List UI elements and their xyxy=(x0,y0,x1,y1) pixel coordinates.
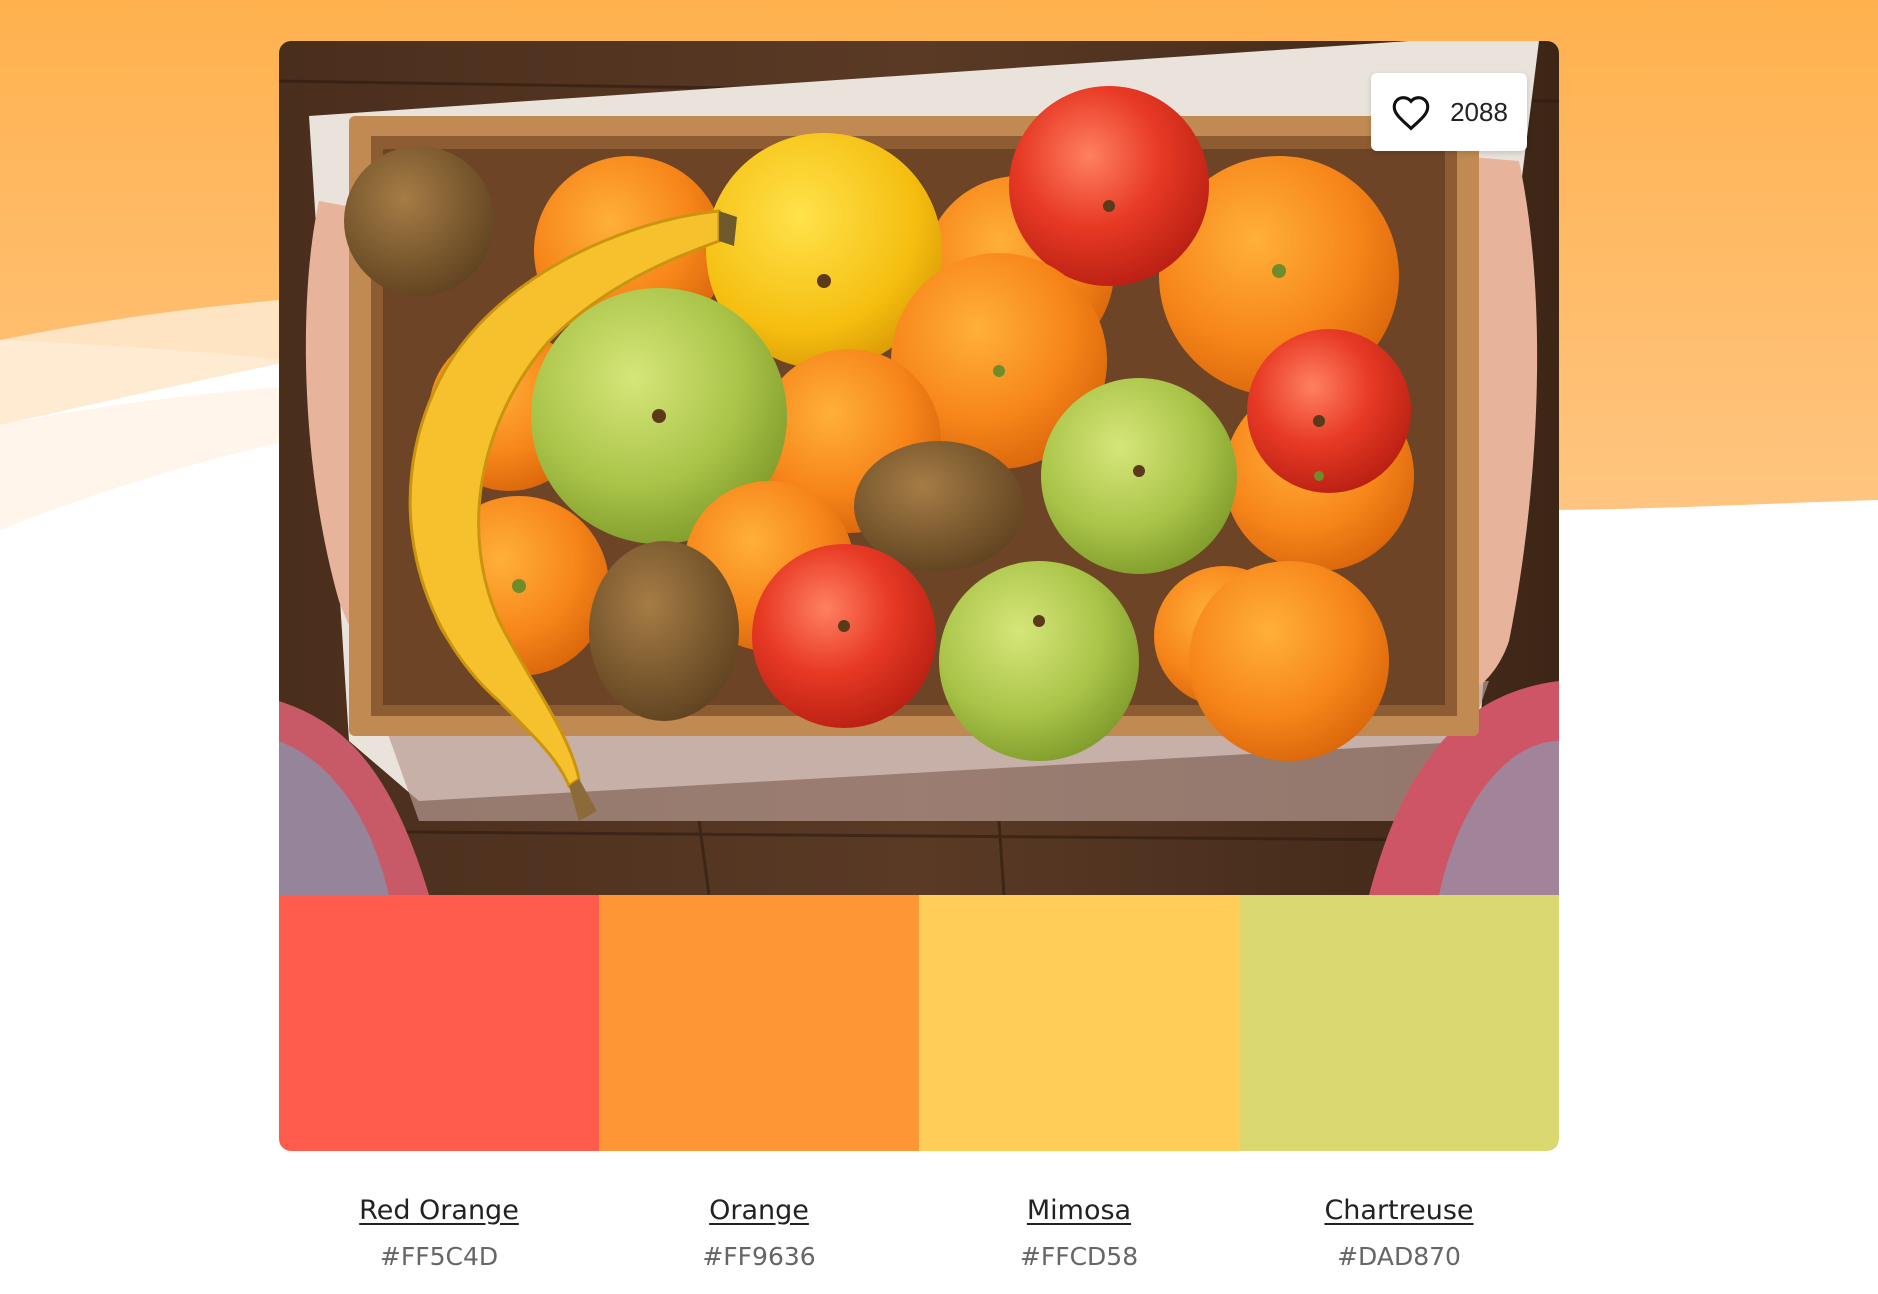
palette-card: 2088 xyxy=(279,41,1559,1151)
swatch-red-orange[interactable] xyxy=(279,895,599,1151)
color-name-link[interactable]: Mimosa xyxy=(1027,1195,1131,1226)
color-label-chartreuse: Chartreuse #DAD870 xyxy=(1239,1195,1559,1271)
color-name-link[interactable]: Orange xyxy=(709,1195,809,1226)
swatch-orange[interactable] xyxy=(599,895,919,1151)
color-name-link[interactable]: Red Orange xyxy=(359,1195,519,1226)
like-button[interactable]: 2088 xyxy=(1371,73,1527,151)
color-label-red-orange: Red Orange #FF5C4D xyxy=(279,1195,599,1271)
color-label-orange: Orange #FF9636 xyxy=(599,1195,919,1271)
swatch-chartreuse[interactable] xyxy=(1239,895,1559,1151)
fruit-box-photo: 2088 xyxy=(279,41,1559,895)
like-count: 2088 xyxy=(1450,96,1508,127)
color-name-link[interactable]: Chartreuse xyxy=(1324,1195,1473,1226)
color-hex-code: #FFCD58 xyxy=(1019,1242,1139,1271)
color-hex-code: #FF9636 xyxy=(702,1242,816,1271)
color-label-mimosa: Mimosa #FFCD58 xyxy=(919,1195,1239,1271)
color-hex-code: #DAD870 xyxy=(1337,1242,1461,1271)
color-swatches xyxy=(279,895,1559,1151)
heart-icon xyxy=(1390,93,1432,131)
swatch-mimosa[interactable] xyxy=(919,895,1239,1151)
color-hex-code: #FF5C4D xyxy=(379,1242,499,1271)
color-labels: Red Orange #FF5C4D Orange #FF9636 Mimosa… xyxy=(279,1195,1559,1271)
